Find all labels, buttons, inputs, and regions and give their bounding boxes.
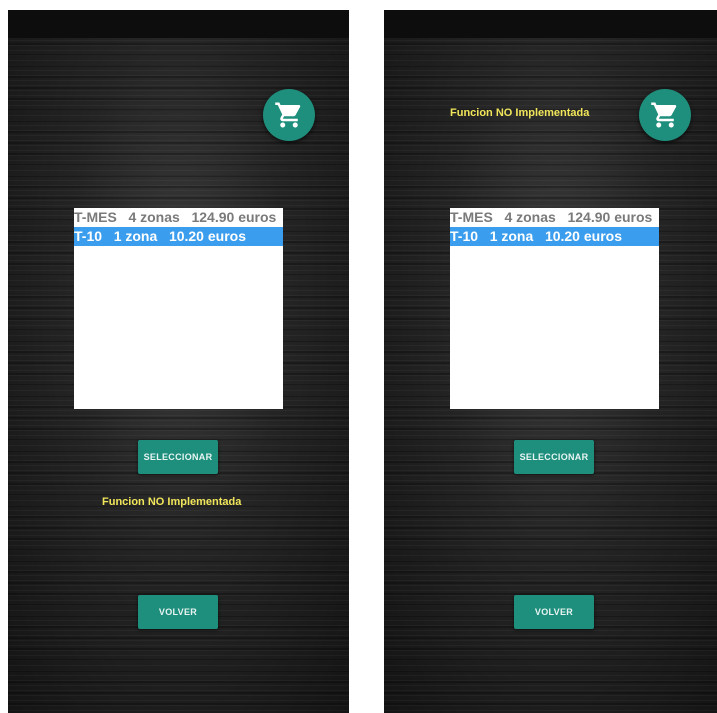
shopping-cart-icon [651,102,677,128]
item-price: 124.90 euros [567,209,653,225]
shopping-cart-icon [275,102,301,128]
cart-button[interactable] [639,89,691,141]
select-button[interactable]: SELECCIONAR [138,440,218,474]
item-price: 10.20 euros [544,228,622,244]
back-button[interactable]: VOLVER [514,595,594,629]
list-item[interactable]: T-MES 4 zonas 124.90 euros [450,208,659,227]
item-zones: 4 zonas [504,209,556,225]
item-code: T-10 [74,228,103,244]
ticket-list[interactable]: T-MES 4 zonas 124.90 euros T-10 1 zona 1… [450,208,659,409]
screen-right: Funcion NO Implementada T-MES 4 zonas 12… [384,10,717,713]
select-button[interactable]: SELECCIONAR [514,440,594,474]
not-implemented-message: Funcion NO Implementada [102,496,242,508]
item-zones: 1 zona [113,228,158,244]
item-code: T-MES [450,209,493,225]
item-price: 10.20 euros [168,228,246,244]
item-code: T-MES [74,209,117,225]
item-zones: 4 zonas [128,209,180,225]
ticket-list[interactable]: T-MES 4 zonas 124.90 euros T-10 1 zona 1… [74,208,283,409]
status-bar [8,10,349,38]
not-implemented-message: Funcion NO Implementada [450,107,590,119]
back-button[interactable]: VOLVER [138,595,218,629]
cart-button[interactable] [263,89,315,141]
item-code: T-10 [450,228,479,244]
list-item-selected[interactable]: T-10 1 zona 10.20 euros [74,227,283,246]
screen-left: T-MES 4 zonas 124.90 euros T-10 1 zona 1… [8,10,349,713]
item-price: 124.90 euros [191,209,277,225]
list-item[interactable]: T-MES 4 zonas 124.90 euros [74,208,283,227]
item-zones: 1 zona [489,228,534,244]
status-bar [384,10,717,38]
list-item-selected[interactable]: T-10 1 zona 10.20 euros [450,227,659,246]
